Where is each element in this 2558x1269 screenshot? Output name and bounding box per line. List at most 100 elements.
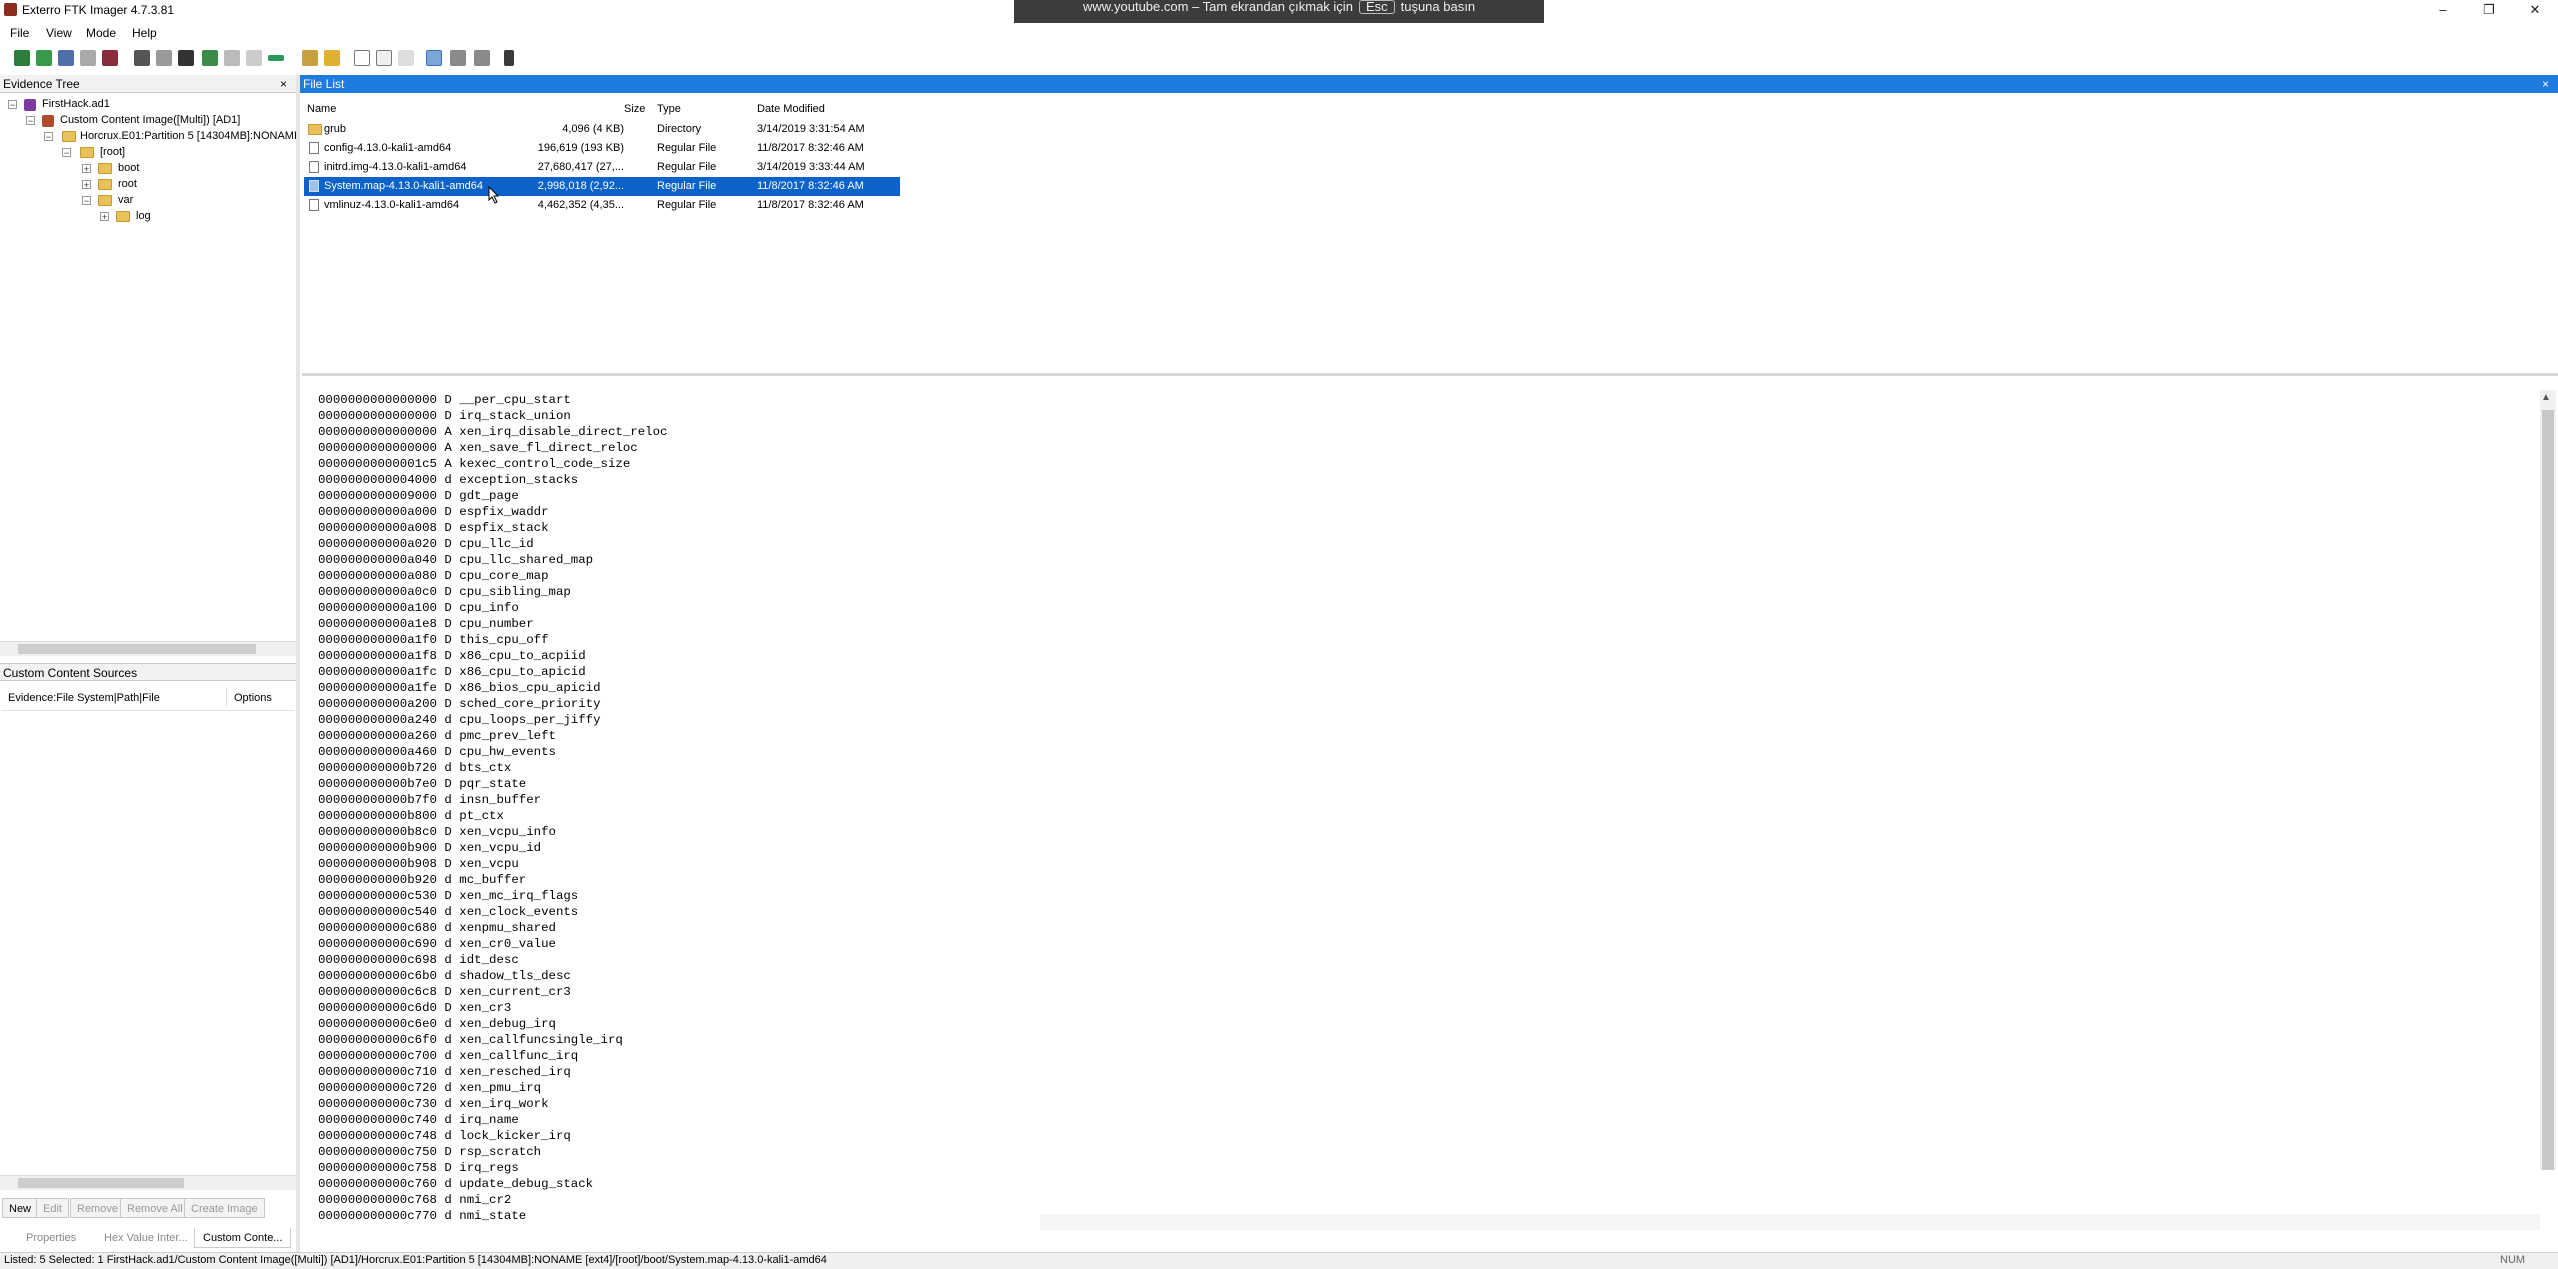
export-logical-image-icon[interactable]: [178, 50, 194, 66]
fullscreen-notice-suffix: tuşuna basın: [1400, 0, 1476, 14]
viewer-line: 000000000000c530 D xen_mc_irq_flags: [318, 889, 579, 903]
tab-properties[interactable]: Properties: [18, 1228, 84, 1248]
verify-drive-icon[interactable]: [268, 55, 284, 61]
viewer-line: 000000000000c740 d irq_name: [318, 1113, 519, 1127]
tree-toggle-icon[interactable]: −: [82, 196, 91, 206]
tree-toggle-icon[interactable]: +: [82, 164, 91, 174]
viewer-line: 000000000000a1f0 D this_cpu_off: [318, 633, 549, 647]
tab-custom-content[interactable]: Custom Conte...: [194, 1228, 292, 1248]
tree-toggle-icon[interactable]: +: [82, 180, 91, 190]
export-files-icon[interactable]: [354, 50, 370, 66]
evidence-tree-header: Evidence Tree ×: [0, 75, 296, 93]
tree-item-root[interactable]: root: [118, 178, 137, 190]
column-header-name[interactable]: Name: [307, 103, 336, 115]
create-disk-image-icon[interactable]: [134, 50, 150, 66]
evidence-tree-hscrollbar[interactable]: [0, 641, 296, 656]
file-type: Directory: [657, 123, 702, 135]
view-text-icon[interactable]: [426, 50, 442, 66]
remove-all-evidence-icon[interactable]: [102, 50, 118, 66]
tree-item-log[interactable]: log: [136, 210, 151, 222]
tree-item-root-dir[interactable]: [root]: [100, 146, 125, 158]
column-header-date[interactable]: Date Modified: [757, 103, 825, 115]
remove-evidence-icon[interactable]: [80, 50, 96, 66]
file-name: vmlinuz-4.13.0-kali1-amd64: [324, 199, 460, 211]
file-name: grub: [324, 123, 347, 135]
col-evidence-path[interactable]: Evidence:File System|Path|File: [8, 692, 160, 704]
scrollbar-thumb[interactable]: [18, 644, 256, 654]
viewer-line: 000000000000c700 d xen_callfunc_irq: [318, 1049, 579, 1063]
tree-toggle-icon[interactable]: −: [8, 100, 17, 110]
menu-mode[interactable]: Mode: [86, 26, 116, 40]
file-row-selected[interactable]: System.map-4.13.0-kali1-amd64 2,998,018 …: [304, 177, 900, 196]
export-file-hash-list-icon[interactable]: [376, 50, 392, 66]
file-size: 27,680,417 (27,...: [537, 161, 624, 173]
viewer-line: 0000000000000000 D irq_stack_union: [318, 409, 571, 423]
file-row[interactable]: vmlinuz-4.13.0-kali1-amd64 4,462,352 (4,…: [304, 196, 900, 215]
menu-file[interactable]: File: [10, 26, 29, 40]
add-to-custom-content-icon[interactable]: [202, 50, 218, 66]
viewer-line: 0000000000004000 d exception_stacks: [318, 473, 579, 487]
menu-help[interactable]: Help: [132, 26, 157, 40]
scrollbar-thumb[interactable]: [2542, 410, 2554, 1170]
minimize-button[interactable]: –: [2420, 0, 2466, 20]
tree-toggle-icon[interactable]: −: [62, 148, 71, 158]
tree-item-custom-content-image[interactable]: Custom Content Image([Multi]) [AD1]: [60, 114, 240, 126]
tree-item-boot[interactable]: boot: [118, 162, 139, 174]
close-window-button[interactable]: ✕: [2512, 0, 2558, 20]
column-header-size[interactable]: Size: [624, 103, 645, 115]
menu-bar: [0, 22, 2558, 44]
create-custom-image-icon[interactable]: [224, 50, 240, 66]
evidence-tree-close-icon[interactable]: ×: [280, 75, 287, 93]
decrypt-ad1-icon[interactable]: [246, 50, 262, 66]
scroll-up-icon[interactable]: ▲: [2541, 392, 2551, 403]
view-hex-icon[interactable]: [450, 50, 466, 66]
export-directory-listing-icon[interactable]: [398, 50, 414, 66]
tree-toggle-icon[interactable]: −: [44, 132, 53, 142]
file-name: System.map-4.13.0-kali1-amd64: [324, 180, 483, 192]
file-row[interactable]: initrd.img-4.13.0-kali1-amd64 27,680,417…: [304, 158, 900, 177]
tree-item-partition[interactable]: Horcrux.E01:Partition 5 [14304MB]:NONAME…: [80, 130, 296, 142]
evidence-tree-title: Evidence Tree: [3, 77, 80, 91]
viewer-line: 0000000000000000 A xen_save_fl_direct_re…: [318, 441, 638, 455]
folder-icon: [308, 124, 322, 135]
image-mounting-icon[interactable]: [58, 50, 74, 66]
esc-key-hint: Esc: [1358, 0, 1395, 14]
add-evidence-icon[interactable]: [14, 50, 30, 66]
new-button[interactable]: New: [2, 1198, 39, 1218]
viewer-line: 000000000000b7f0 d insn_buffer: [318, 793, 542, 807]
edit-button[interactable]: Edit: [36, 1198, 69, 1218]
help-question-icon[interactable]: [504, 50, 514, 66]
obtain-protected-files-icon[interactable]: [324, 50, 340, 66]
viewer-line: 000000000000c758 D irq_regs: [318, 1161, 519, 1175]
viewer-hscrollbar[interactable]: [1040, 1214, 2540, 1230]
tree-toggle-icon[interactable]: −: [26, 116, 35, 126]
export-disk-image-icon[interactable]: [156, 50, 172, 66]
tree-item-var[interactable]: var: [118, 194, 133, 206]
file-row[interactable]: config-4.13.0-kali1-amd64 196,619 (193 K…: [304, 139, 900, 158]
tree-item-firsthack[interactable]: FirstHack.ad1: [42, 98, 110, 110]
file-row[interactable]: grub 4,096 (4 KB) Directory 3/14/2019 3:…: [304, 120, 900, 139]
restore-button[interactable]: ❐: [2466, 0, 2512, 20]
tab-hex-value-interpreter[interactable]: Hex Value Inter...: [96, 1228, 196, 1248]
custom-content-hscrollbar[interactable]: [0, 1175, 296, 1190]
file-list-close-icon[interactable]: ×: [2542, 75, 2549, 93]
viewer-line: 000000000000c698 d idt_desc: [318, 953, 519, 967]
capture-memory-icon[interactable]: [302, 50, 318, 66]
viewer-line: 000000000000a000 D espfix_waddr: [318, 505, 549, 519]
col-options[interactable]: Options: [234, 692, 272, 704]
scrollbar-thumb[interactable]: [18, 1178, 184, 1188]
create-image-button[interactable]: Create Image: [184, 1198, 265, 1218]
column-header-type[interactable]: Type: [657, 103, 681, 115]
toolbar: [0, 46, 560, 72]
viewer-line: 000000000000a1f8 D x86_cpu_to_acpiid: [318, 649, 586, 663]
file-type: Regular File: [657, 142, 717, 154]
viewer-line: 000000000000c6f0 d xen_callfuncsingle_ir…: [318, 1033, 623, 1047]
remove-all-button[interactable]: Remove All: [120, 1198, 190, 1218]
menu-view[interactable]: View: [46, 26, 72, 40]
add-all-evidence-icon[interactable]: [36, 50, 52, 66]
folder-icon: [116, 211, 130, 222]
view-auto-icon[interactable]: [474, 50, 490, 66]
pane-splitter[interactable]: [296, 75, 300, 1252]
remove-button[interactable]: Remove: [70, 1198, 125, 1218]
tree-toggle-icon[interactable]: +: [100, 212, 109, 222]
